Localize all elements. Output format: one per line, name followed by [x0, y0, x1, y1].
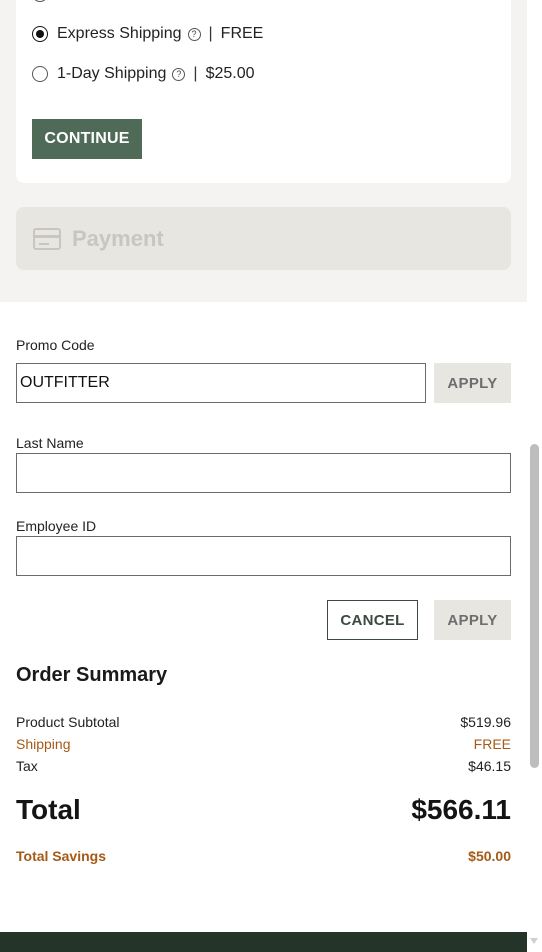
- promo-code-input[interactable]: [16, 363, 426, 403]
- promo-apply-button[interactable]: APPLY: [434, 363, 511, 403]
- summary-row-value: FREE: [473, 736, 511, 752]
- summary-row-label: Shipping: [16, 736, 71, 752]
- total-value: $566.11: [411, 794, 511, 825]
- last-name-input[interactable]: [16, 453, 511, 493]
- credit-card-icon: [33, 227, 61, 250]
- summary-row-shipping: Shipping FREE: [16, 736, 511, 752]
- shipping-option-partial[interactable]: [32, 0, 57, 2]
- shipping-option-name: 1-Day Shipping: [57, 65, 167, 82]
- payment-step-label: Payment: [72, 225, 164, 251]
- scroll-down-arrow-icon[interactable]: [530, 938, 538, 944]
- total-savings-label: Total Savings: [16, 848, 106, 864]
- continue-button[interactable]: CONTINUE: [32, 119, 142, 159]
- radio-button-selected[interactable]: [32, 26, 48, 42]
- help-icon[interactable]: ?: [187, 27, 201, 41]
- order-summary-title: Order Summary: [16, 664, 168, 686]
- summary-row-value: $519.96: [460, 714, 511, 730]
- radio-button[interactable]: [32, 66, 48, 82]
- promo-code-label: Promo Code: [16, 337, 95, 353]
- separator: |: [193, 65, 198, 82]
- cancel-button[interactable]: CANCEL: [327, 600, 418, 640]
- summary-row-value: $46.15: [468, 758, 511, 774]
- total-savings-value: $50.00: [468, 848, 511, 864]
- shipping-option-express[interactable]: Express Shipping ? | FREE: [32, 25, 263, 43]
- shipping-option-price: FREE: [220, 25, 264, 42]
- shipping-option-name: Express Shipping: [57, 25, 182, 42]
- employee-apply-button[interactable]: APPLY: [434, 600, 511, 640]
- summary-row-tax: Tax $46.15: [16, 758, 511, 774]
- footer-bar: [0, 932, 542, 952]
- payment-step-card[interactable]: Payment: [16, 207, 511, 270]
- summary-row-label: Tax: [16, 758, 38, 774]
- summary-row-label: Product Subtotal: [16, 714, 120, 730]
- shipping-option-1day[interactable]: 1-Day Shipping ? | $25.00: [32, 65, 255, 83]
- employee-id-input[interactable]: [16, 536, 511, 576]
- shipping-option-price: $25.00: [205, 65, 255, 82]
- total-row: Total $566.11: [16, 794, 511, 826]
- checkout-steps-area: Express Shipping ? | FREE 1-Day Shipping…: [0, 0, 527, 302]
- summary-row-subtotal: Product Subtotal $519.96: [16, 714, 511, 730]
- scrollbar-thumb[interactable]: [530, 444, 539, 768]
- total-label: Total: [16, 794, 81, 825]
- checkout-page: Express Shipping ? | FREE 1-Day Shipping…: [0, 0, 527, 952]
- radio-button[interactable]: [32, 0, 48, 2]
- help-icon[interactable]: ?: [172, 67, 186, 81]
- scrollbar[interactable]: [527, 0, 542, 952]
- employee-id-label: Employee ID: [16, 518, 97, 534]
- separator: |: [208, 25, 213, 42]
- total-savings-row: Total Savings $50.00: [16, 848, 511, 864]
- last-name-label: Last Name: [16, 435, 84, 451]
